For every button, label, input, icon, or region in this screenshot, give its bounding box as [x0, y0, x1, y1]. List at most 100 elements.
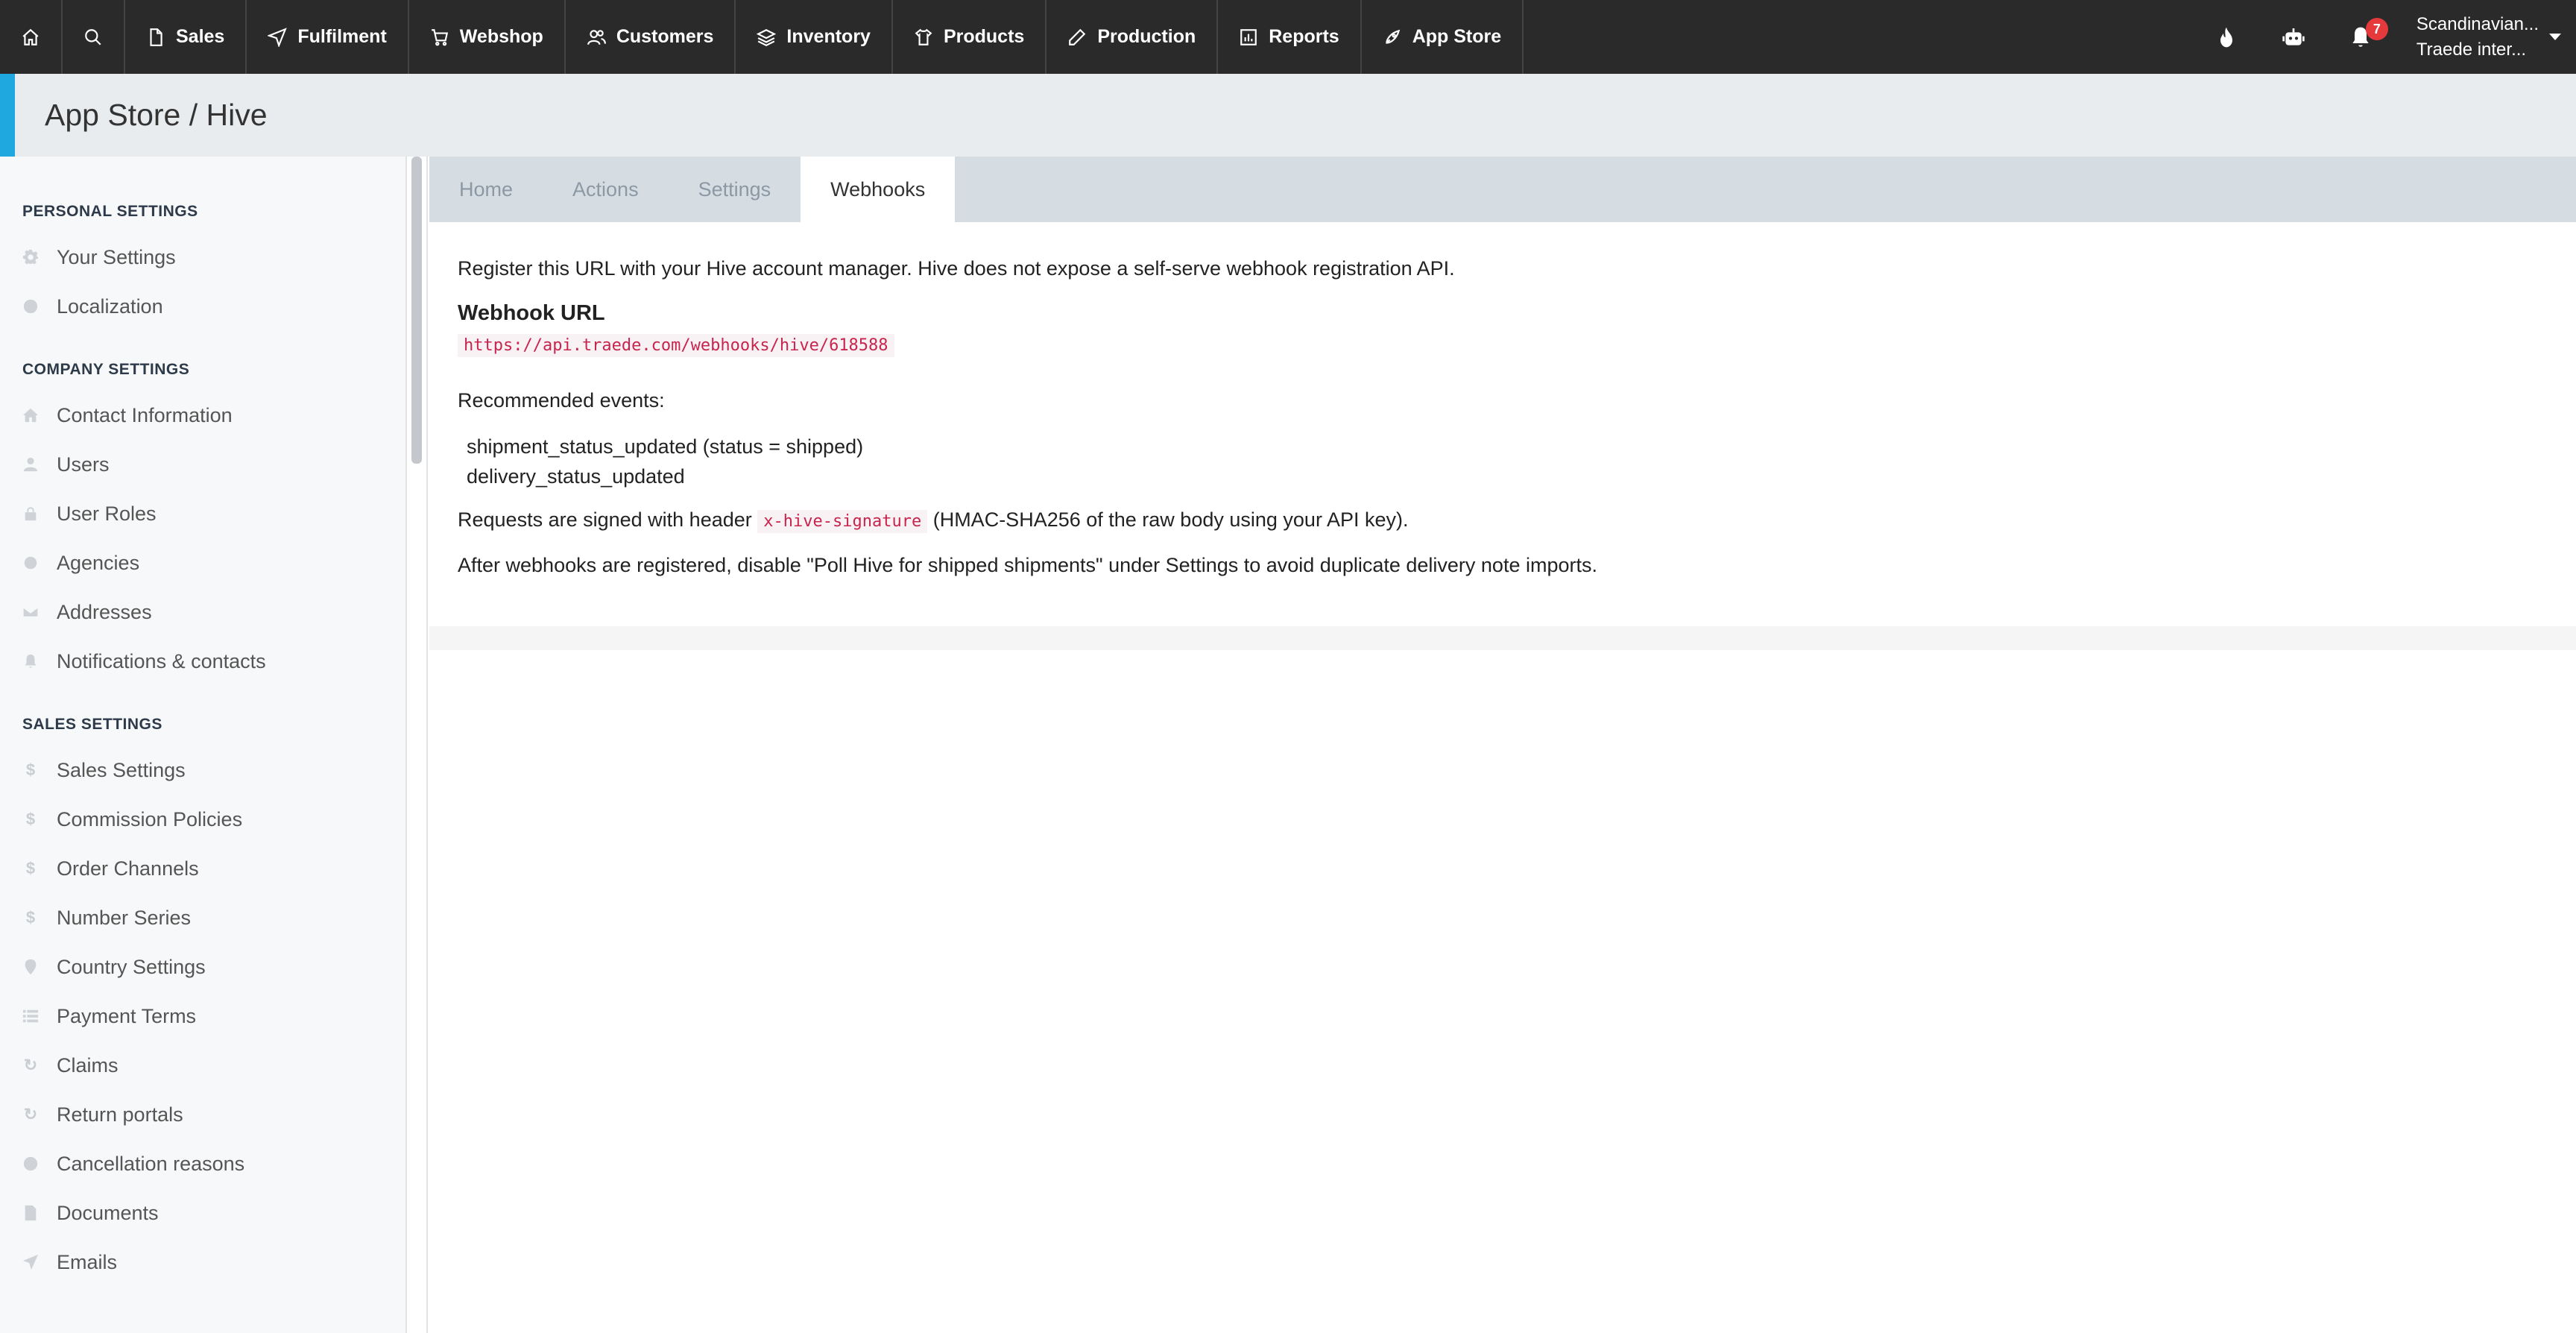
sidebar-item-label: Localization — [57, 294, 163, 318]
gear-icon — [22, 249, 39, 265]
nav-sales[interactable]: Sales — [125, 0, 247, 74]
sidebar-scrollbar-thumb[interactable] — [411, 157, 422, 464]
sidebar-item-claims[interactable]: ↻ Claims — [0, 1041, 405, 1090]
sidebar-item-label: Your Settings — [57, 245, 176, 268]
sidebar-item-label: Country Settings — [57, 955, 206, 978]
signature-note-prefix: Requests are signed with header — [458, 508, 752, 531]
flame-button[interactable] — [2193, 0, 2260, 74]
sidebar-item-label: Emails — [57, 1250, 118, 1273]
nav-right-group: 7 Scandinavian... Traede inter... — [2193, 0, 2576, 74]
search-button[interactable] — [63, 0, 125, 74]
sidebar-item-label: Cancellation reasons — [57, 1152, 245, 1175]
shirt-icon — [915, 28, 932, 45]
refresh-icon: ↻ — [23, 1105, 38, 1124]
webhook-url-heading: Webhook URL — [458, 301, 605, 325]
dollar-icon: $ — [25, 859, 36, 877]
nav-fulfilment-label: Fulfilment — [297, 26, 387, 47]
sidebar-item-label: Notifications & contacts — [57, 649, 266, 672]
nav-webshop-label: Webshop — [459, 26, 543, 47]
sidebar-item-agencies[interactable]: Agencies — [0, 538, 405, 587]
sidebar-item-documents[interactable]: Documents — [0, 1188, 405, 1238]
bell-icon — [22, 653, 39, 669]
sidebar-item-label: Users — [57, 453, 110, 476]
rocket-icon — [1386, 29, 1400, 44]
sidebar-item-cancellation-reasons[interactable]: Cancellation reasons — [0, 1139, 405, 1188]
sidebar-item-return-portals[interactable]: ↻ Return portals — [0, 1090, 405, 1139]
pencil-icon — [1069, 28, 1086, 45]
page-title: App Store / Hive — [45, 98, 268, 132]
nav-inventory[interactable]: Inventory — [736, 0, 893, 74]
question-icon — [22, 1156, 39, 1172]
content-footer-strip — [429, 626, 2576, 650]
sidebar-item-contact-information[interactable]: Contact Information — [0, 391, 405, 440]
nav-products[interactable]: Products — [893, 0, 1047, 74]
sidebar-item-emails[interactable]: Emails — [0, 1238, 405, 1287]
nav-webshop[interactable]: Webshop — [409, 0, 566, 74]
sidebar-item-notifications-contacts[interactable]: Notifications & contacts — [0, 637, 405, 686]
sidebar-item-addresses[interactable]: Addresses — [0, 587, 405, 637]
sidebar-item-sales-settings[interactable]: $ Sales Settings — [0, 746, 405, 795]
sidebar-item-order-channels[interactable]: $ Order Channels — [0, 844, 405, 893]
recommended-events-heading: Recommended events: — [458, 389, 665, 412]
nav-app-store[interactable]: App Store — [1362, 0, 1524, 74]
globe-icon — [22, 298, 39, 315]
sidebar-item-user-roles[interactable]: User Roles — [0, 489, 405, 538]
sidebar-item-users[interactable]: Users — [0, 440, 405, 489]
account-switcher[interactable]: Scandinavian... Traede inter... — [2394, 12, 2576, 63]
sidebar-item-number-series[interactable]: $ Number Series — [0, 893, 405, 942]
personal-settings-heading: PERSONAL SETTINGS — [22, 203, 198, 220]
document-icon — [150, 28, 162, 46]
report-icon — [1240, 28, 1257, 45]
list-icon — [22, 1008, 39, 1024]
tab-settings[interactable]: Settings — [669, 157, 801, 222]
nav-customers[interactable]: Customers — [566, 0, 736, 74]
nav-customers-label: Customers — [616, 26, 714, 47]
events-list: shipment_status_updated (status = shippe… — [458, 432, 2548, 491]
nav-reports-label: Reports — [1269, 26, 1339, 47]
sidebar-item-commission-policies[interactable]: $ Commission Policies — [0, 795, 405, 844]
asterisk-icon — [22, 555, 39, 571]
sidebar-item-label: Documents — [57, 1201, 159, 1224]
signature-header-code: x-hive-signature — [757, 510, 928, 533]
sidebar-item-label: User Roles — [57, 502, 157, 525]
search-icon — [85, 28, 101, 45]
top-navigation: Sales Fulfilment Webshop Customers Inven… — [0, 0, 2576, 74]
home-icon — [22, 407, 39, 423]
sidebar-item-your-settings[interactable]: Your Settings — [0, 233, 405, 282]
tab-home[interactable]: Home — [429, 157, 543, 222]
sidebar-item-country-settings[interactable]: Country Settings — [0, 942, 405, 992]
account-company: Scandinavian... — [2416, 13, 2539, 34]
tab-actions[interactable]: Actions — [543, 157, 669, 222]
home-button[interactable] — [0, 0, 63, 74]
flame-icon — [2220, 27, 2232, 47]
sidebar-item-label: Agencies — [57, 551, 140, 574]
sidebar-item-label: Sales Settings — [57, 758, 186, 781]
webhook-url[interactable]: https://api.traede.com/webhooks/hive/618… — [458, 334, 894, 357]
sales-settings-heading: SALES SETTINGS — [22, 716, 162, 733]
dollar-icon: $ — [25, 810, 36, 828]
sidebar-item-localization[interactable]: Localization — [0, 282, 405, 331]
nav-fulfilment[interactable]: Fulfilment — [247, 0, 409, 74]
robot-button[interactable] — [2260, 0, 2327, 74]
sidebar-item-label: Claims — [57, 1053, 119, 1077]
signature-note-suffix: (HMAC-SHA256 of the raw body using your … — [932, 508, 1409, 531]
users-icon — [587, 29, 606, 45]
sidebar-item-payment-terms[interactable]: Payment Terms — [0, 992, 405, 1041]
webhooks-content: Register this URL with your Hive account… — [429, 222, 2576, 692]
tab-webhooks[interactable]: Webhooks — [801, 157, 956, 222]
send-icon — [268, 27, 288, 47]
event-item: delivery_status_updated — [467, 465, 685, 488]
sidebar-scrollbar[interactable] — [407, 157, 428, 1333]
settings-sidebar: PERSONAL SETTINGS Your Settings Localiza… — [0, 157, 407, 1333]
webhook-intro-text: Register this URL with your Hive account… — [458, 257, 1455, 280]
notifications-button[interactable]: 7 — [2327, 0, 2394, 74]
nav-production-label: Production — [1097, 26, 1196, 47]
sidebar-item-label: Commission Policies — [57, 807, 243, 831]
nav-reports[interactable]: Reports — [1218, 0, 1362, 74]
chevron-down-icon — [2549, 34, 2561, 40]
nav-production[interactable]: Production — [1046, 0, 1219, 74]
account-names: Scandinavian... Traede inter... — [2416, 12, 2539, 63]
event-item: shipment_status_updated (status = shippe… — [467, 435, 864, 458]
robot-icon — [2282, 28, 2305, 45]
dollar-icon: $ — [25, 760, 36, 779]
